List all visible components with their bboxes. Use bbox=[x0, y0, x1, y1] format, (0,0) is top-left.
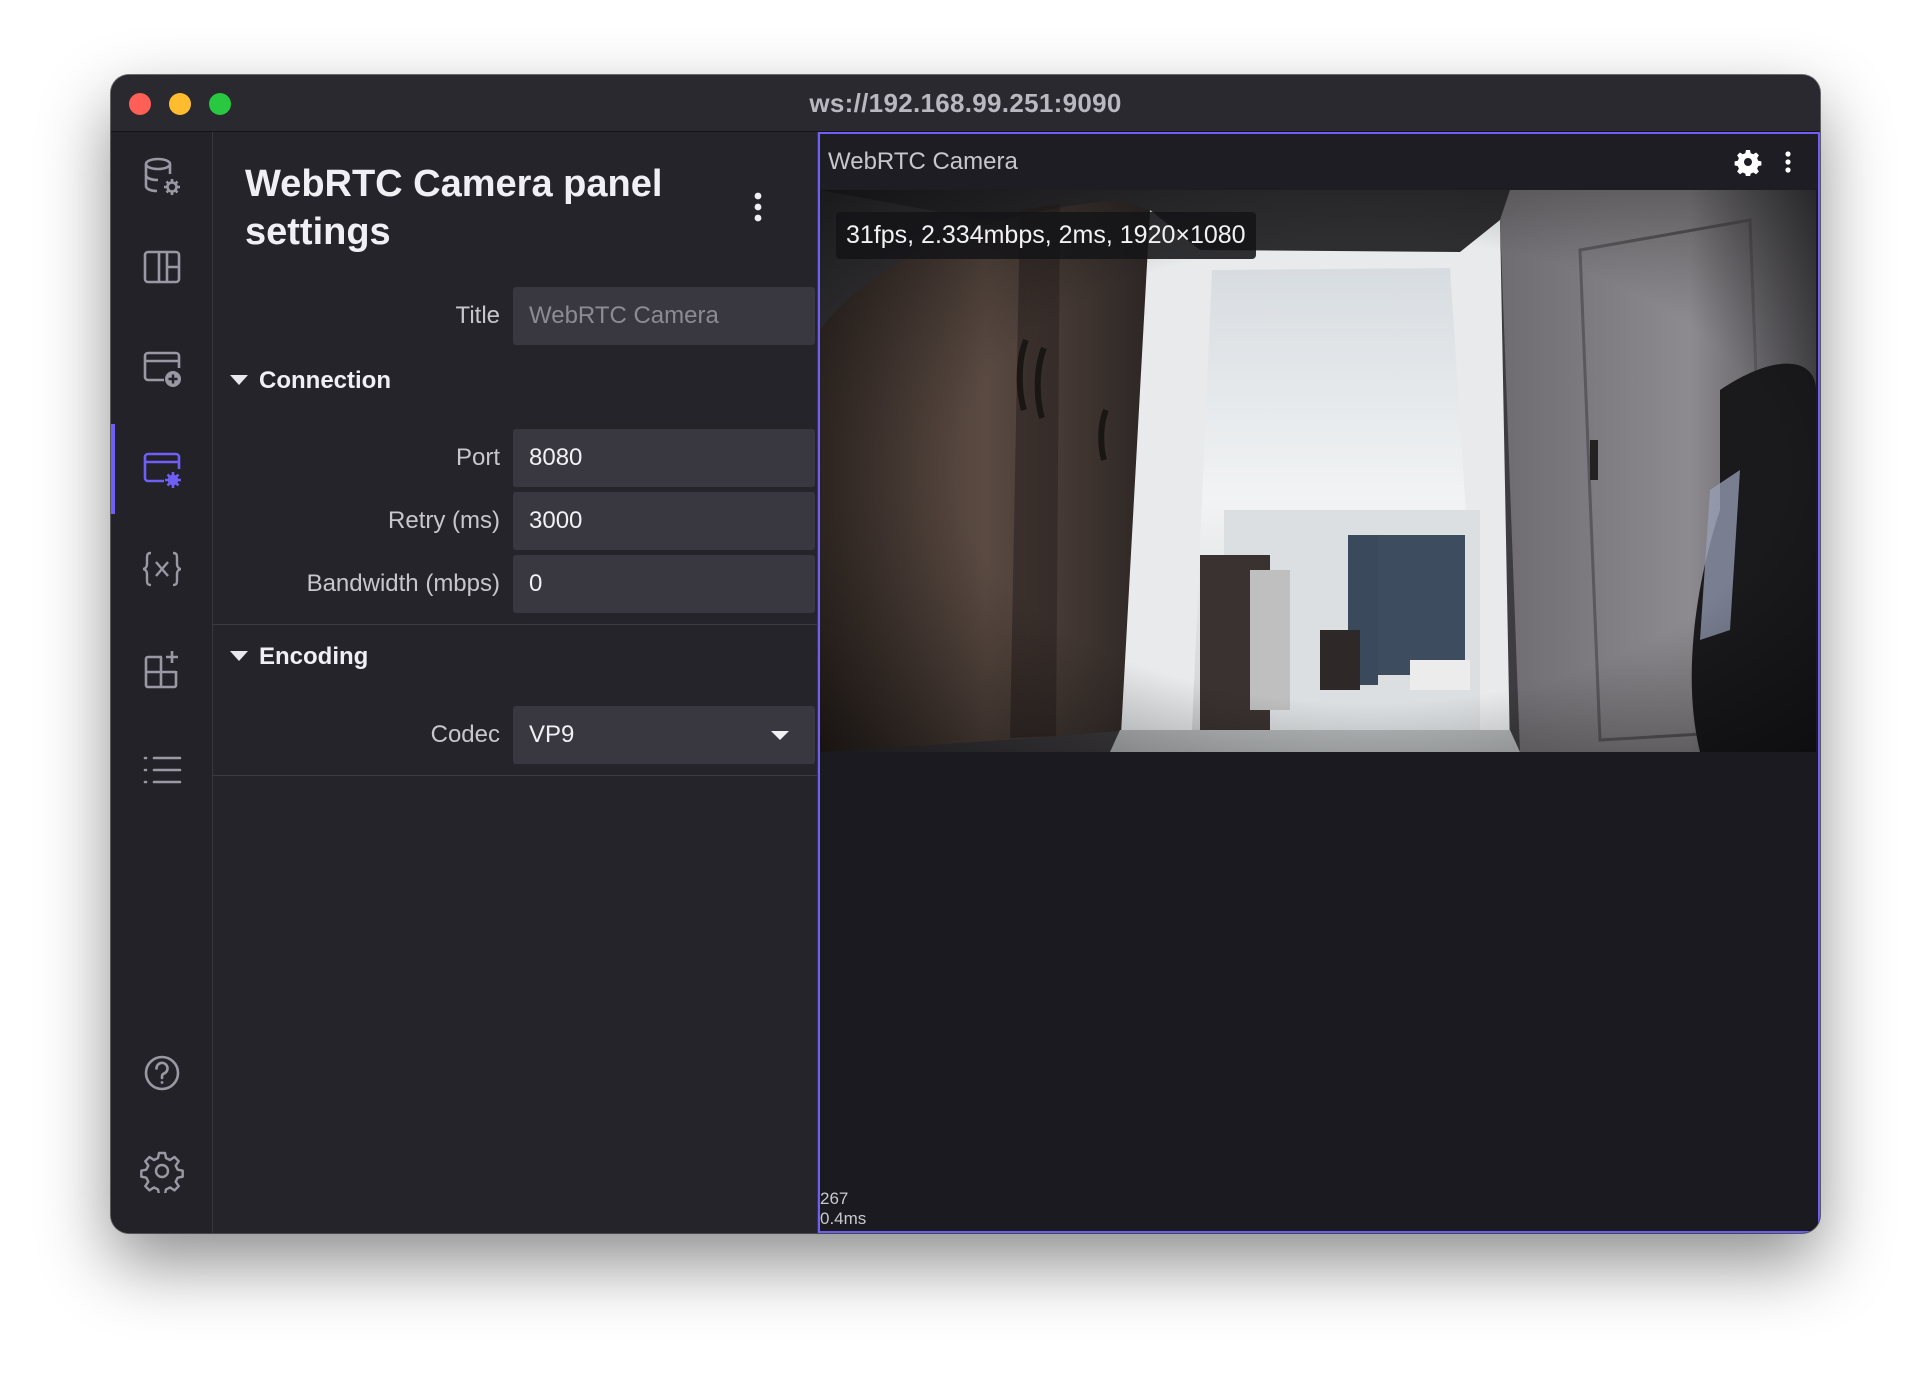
sidebar-item-problems[interactable] bbox=[111, 725, 212, 815]
codec-label: Codec bbox=[430, 721, 500, 748]
extensions-icon bbox=[144, 651, 178, 689]
gear-icon bbox=[1734, 150, 1762, 177]
retry-label: Retry (ms) bbox=[388, 507, 500, 534]
section-divider bbox=[213, 775, 817, 776]
panel-settings-heading: WebRTC Camera panel settings bbox=[245, 163, 663, 253]
caret-down-icon bbox=[230, 651, 248, 661]
retry-row: Retry (ms) 3000 bbox=[213, 492, 817, 550]
title-input[interactable]: WebRTC Camera bbox=[513, 287, 815, 345]
app-window: ws://192.168.99.251:9090 WebRTC Camera p… bbox=[111, 75, 1820, 1233]
list-icon bbox=[143, 756, 181, 784]
more-vertical-icon bbox=[754, 192, 762, 222]
codec-value: VP9 bbox=[529, 721, 575, 748]
more-vertical-icon bbox=[1785, 151, 1791, 173]
bandwidth-label: Bandwidth (mbps) bbox=[306, 570, 500, 597]
codec-select[interactable]: VP9 bbox=[513, 706, 815, 764]
sidebar bbox=[111, 132, 213, 1233]
codec-row: Codec VP9 bbox=[213, 706, 817, 764]
performance-readout: 267 0.4ms bbox=[820, 1189, 866, 1229]
title-row: Title WebRTC Camera bbox=[213, 287, 817, 345]
window-title: ws://192.168.99.251:9090 bbox=[809, 88, 1122, 118]
panel-title: WebRTC Camera bbox=[828, 148, 1018, 175]
help-icon bbox=[144, 1055, 179, 1091]
settings-more-menu-button[interactable] bbox=[743, 187, 773, 227]
variables-icon bbox=[142, 551, 181, 587]
panel-more-menu-button[interactable] bbox=[1780, 148, 1796, 176]
sidebar-item-layouts[interactable] bbox=[111, 222, 212, 312]
database-gear-icon bbox=[144, 157, 180, 195]
sidebar-item-panel-settings[interactable] bbox=[111, 424, 212, 514]
connection-section-header[interactable]: Connection bbox=[213, 356, 817, 406]
sidebar-item-add-panel[interactable] bbox=[111, 323, 212, 413]
title-label: Title bbox=[455, 302, 500, 329]
panel-toolbar: WebRTC Camera bbox=[820, 134, 1818, 190]
retry-input[interactable]: 3000 bbox=[513, 492, 815, 550]
webrtc-camera-panel: WebRTC Camera 31fps, 2.334mbps, 2ms, 192… bbox=[818, 132, 1820, 1233]
perf-time: 0.4ms bbox=[820, 1209, 867, 1228]
port-input[interactable]: 8080 bbox=[513, 429, 815, 487]
panel-settings-button[interactable] bbox=[1734, 148, 1762, 177]
panel-settings-pane: WebRTC Camera panel settings Title WebRT… bbox=[213, 132, 818, 1233]
port-row: Port 8080 bbox=[213, 429, 817, 487]
section-divider bbox=[213, 624, 817, 625]
camera-video-feed: 31fps, 2.334mbps, 2ms, 1920×1080 bbox=[820, 190, 1816, 752]
perf-count: 267 bbox=[820, 1189, 849, 1208]
encoding-section-label: Encoding bbox=[259, 643, 369, 670]
sidebar-item-extensions[interactable] bbox=[111, 624, 212, 714]
camera-frame-image bbox=[820, 190, 1816, 752]
stream-stats-overlay: 31fps, 2.334mbps, 2ms, 1920×1080 bbox=[836, 212, 1256, 259]
panel-settings-icon bbox=[143, 452, 181, 488]
port-label: Port bbox=[455, 444, 500, 471]
sidebar-item-app-settings[interactable] bbox=[111, 1126, 212, 1216]
sidebar-item-variables[interactable] bbox=[111, 524, 212, 614]
title-bar: ws://192.168.99.251:9090 bbox=[111, 75, 1820, 132]
add-panel-icon bbox=[143, 351, 181, 387]
layout-icon bbox=[143, 250, 180, 284]
bandwidth-input[interactable]: 0 bbox=[513, 555, 815, 613]
connection-section-label: Connection bbox=[259, 367, 391, 394]
chevron-down-icon bbox=[771, 731, 789, 740]
encoding-section-header[interactable]: Encoding bbox=[213, 632, 817, 682]
gear-icon bbox=[139, 1151, 184, 1193]
sidebar-item-data-source-settings[interactable] bbox=[111, 132, 212, 222]
sidebar-item-help[interactable] bbox=[111, 1028, 212, 1118]
bandwidth-row: Bandwidth (mbps) 0 bbox=[213, 555, 817, 613]
caret-down-icon bbox=[230, 375, 248, 385]
